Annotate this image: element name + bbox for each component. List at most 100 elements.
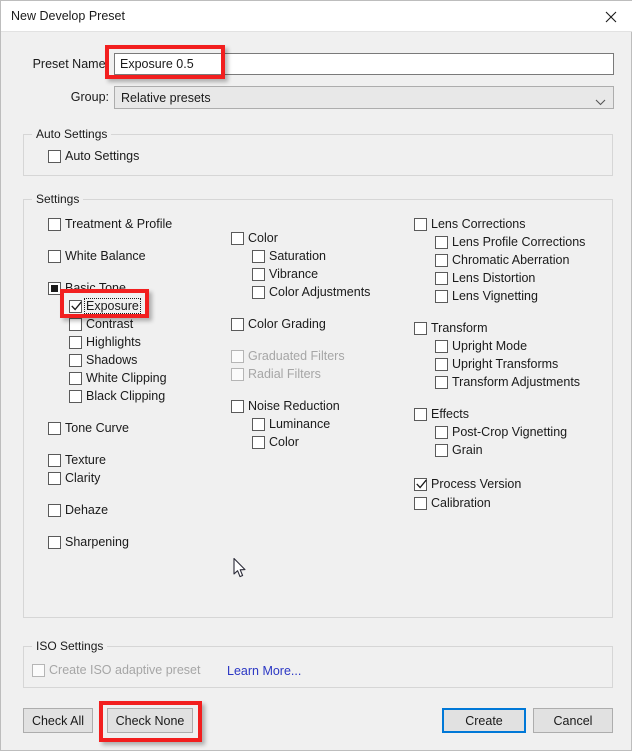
checkbox-lens-distortion[interactable]: Lens Distortion (435, 270, 535, 286)
close-icon[interactable] (588, 1, 632, 32)
checkbox-box (48, 217, 61, 231)
checkbox-label: Lens Profile Corrections (452, 235, 586, 249)
checkbox-box (69, 299, 82, 313)
checkbox-box (414, 496, 427, 510)
checkbox-color[interactable]: Color (231, 230, 278, 246)
checkbox-chromatic-aberration[interactable]: Chromatic Aberration (435, 252, 569, 268)
checkbox-label: Shadows (86, 353, 138, 367)
checkbox-box (252, 435, 265, 449)
checkbox-box (435, 425, 448, 439)
checkbox-box (48, 149, 61, 163)
checkbox-box (231, 231, 244, 245)
checkbox-tone-curve[interactable]: Tone Curve (48, 420, 129, 436)
checkbox-box (435, 235, 448, 249)
checkbox-label: Upright Transforms (452, 357, 559, 371)
checkbox-white-clipping[interactable]: White Clipping (69, 370, 167, 386)
checkbox-label: Color (248, 231, 278, 245)
learn-more-link[interactable]: Learn More... (227, 664, 301, 678)
checkbox-box (48, 453, 61, 467)
group-select-value: Relative presets (121, 91, 211, 105)
checkbox-box (435, 253, 448, 267)
checkbox-create-iso-adaptive-preset[interactable]: Create ISO adaptive preset (32, 662, 200, 678)
auto-settings-legend: Auto Settings (32, 127, 112, 141)
checkbox-black-clipping[interactable]: Black Clipping (69, 388, 165, 404)
checkbox-lens-vignetting[interactable]: Lens Vignetting (435, 288, 538, 304)
checkbox-grain[interactable]: Grain (435, 442, 483, 458)
checkbox-post-crop-vignetting[interactable]: Post-Crop Vignetting (435, 424, 567, 440)
group-select[interactable]: Relative presets (114, 86, 614, 109)
title-bar: New Develop Preset (1, 1, 632, 32)
checkbox-label: Noise Reduction (248, 399, 340, 413)
checkbox-auto-settings[interactable]: Auto Settings (48, 148, 139, 164)
check-all-button[interactable]: Check All (23, 708, 93, 733)
checkbox-box (231, 349, 244, 363)
checkbox-box (32, 663, 45, 677)
checkbox-box (252, 249, 265, 263)
checkbox-contrast[interactable]: Contrast (69, 316, 133, 332)
check-none-button[interactable]: Check None (107, 708, 193, 733)
checkbox-graduated-filters: Graduated Filters (231, 348, 345, 364)
checkbox-box (48, 503, 61, 517)
checkbox-label: Process Version (431, 477, 522, 491)
checkbox-highlights[interactable]: Highlights (69, 334, 141, 350)
checkbox-transform[interactable]: Transform (414, 320, 488, 336)
checkbox-sharpening[interactable]: Sharpening (48, 534, 129, 550)
checkbox-process-version[interactable]: Process Version (414, 476, 521, 492)
checkbox-lens-corrections[interactable]: Lens Corrections (414, 216, 526, 232)
checkbox-label: Transform (431, 321, 488, 335)
preset-name-label: Preset Name: (32, 57, 109, 71)
checkbox-shadows[interactable]: Shadows (69, 352, 137, 368)
checkbox-basic-tone[interactable]: Basic Tone (48, 280, 126, 296)
checkbox-treatment-and-profile[interactable]: Treatment & Profile (48, 216, 172, 232)
checkbox-label: Post-Crop Vignetting (452, 425, 568, 439)
checkbox-box (252, 267, 265, 281)
checkbox-lens-profile-corrections[interactable]: Lens Profile Corrections (435, 234, 585, 250)
checkbox-white-balance[interactable]: White Balance (48, 248, 146, 264)
checkbox-box (48, 281, 61, 295)
checkbox-vibrance[interactable]: Vibrance (252, 266, 318, 282)
preset-name-input[interactable] (114, 53, 614, 75)
checkbox-upright-mode[interactable]: Upright Mode (435, 338, 527, 354)
checkbox-label: Dehaze (65, 503, 109, 517)
checkbox-box (48, 421, 61, 435)
create-button[interactable]: Create (442, 708, 526, 733)
checkbox-label: Effects (431, 407, 469, 421)
checkbox-label: Basic Tone (65, 281, 126, 295)
checkbox-label: Upright Mode (452, 339, 528, 353)
checkbox-color-grading[interactable]: Color Grading (231, 316, 326, 332)
checkbox-saturation[interactable]: Saturation (252, 248, 326, 264)
checkbox-label: Clarity (65, 471, 101, 485)
checkbox-upright-transforms[interactable]: Upright Transforms (435, 356, 558, 372)
group-label: Group: (70, 90, 109, 104)
checkbox-texture[interactable]: Texture (48, 452, 106, 468)
cancel-button[interactable]: Cancel (533, 708, 613, 733)
checkbox-label: Lens Distortion (452, 271, 536, 285)
checkbox-label: Exposure (84, 298, 141, 314)
checkbox-color-adjustments[interactable]: Color Adjustments (252, 284, 370, 300)
checkbox-label: Grain (452, 443, 483, 457)
iso-settings-legend: ISO Settings (32, 639, 108, 653)
checkbox-label: Color Adjustments (269, 285, 371, 299)
checkbox-clarity[interactable]: Clarity (48, 470, 100, 486)
checkbox-transform-adjustments[interactable]: Transform Adjustments (435, 374, 580, 390)
checkbox-box (48, 249, 61, 263)
checkbox-noise-reduction[interactable]: Noise Reduction (231, 398, 340, 414)
checkbox-box (414, 217, 427, 231)
checkbox-label: Texture (65, 453, 106, 467)
checkbox-box (435, 339, 448, 353)
checkbox-dehaze[interactable]: Dehaze (48, 502, 108, 518)
checkbox-box (231, 317, 244, 331)
checkbox-label: Graduated Filters (248, 349, 345, 363)
checkbox-effects[interactable]: Effects (414, 406, 469, 422)
checkbox-box (435, 271, 448, 285)
checkbox-label: Transform Adjustments (452, 375, 581, 389)
checkbox-box (435, 357, 448, 371)
checkbox-exposure[interactable]: Exposure (69, 298, 141, 314)
checkbox-luminance[interactable]: Luminance (252, 416, 330, 432)
checkbox-box (231, 399, 244, 413)
checkbox-calibration[interactable]: Calibration (414, 495, 491, 511)
checkbox-label: Chromatic Aberration (452, 253, 570, 267)
checkbox-box (435, 289, 448, 303)
checkbox-color[interactable]: Color (252, 434, 299, 450)
checkbox-radial-filters: Radial Filters (231, 366, 321, 382)
